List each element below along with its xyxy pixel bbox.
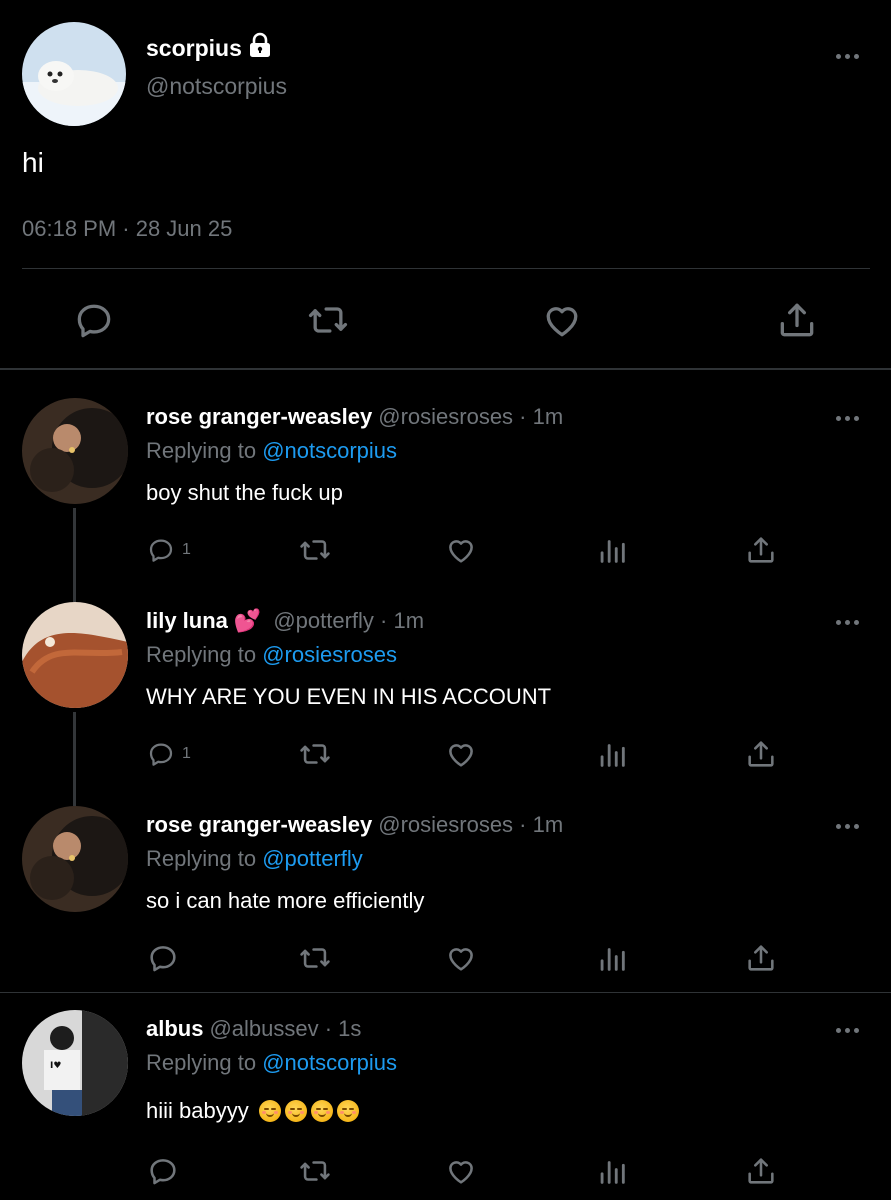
reply-count: 1 (182, 541, 191, 558)
avatar[interactable] (22, 398, 128, 504)
reply-header: albus @albussev · 1s (146, 1016, 361, 1042)
display-name[interactable]: scorpius (146, 32, 272, 64)
smiling-face-icon (284, 1100, 307, 1122)
reply-icon[interactable] (72, 298, 116, 342)
divider (0, 368, 891, 370)
reply-header: rose granger-weasley @rosiesroses · 1m (146, 812, 563, 838)
replying-to-link[interactable]: @notscorpius (262, 438, 397, 463)
more-options-icon[interactable] (836, 616, 866, 628)
tweet-text: boy shut the fuck up (146, 480, 343, 505)
lock-icon (248, 32, 272, 64)
reply-tweet[interactable]: rose granger-weasley @rosiesroses · 1m R… (0, 398, 891, 594)
handle-time[interactable]: @potterfly · 1m (273, 608, 424, 634)
smiling-face-icon (336, 1100, 359, 1122)
reply-header: lily luna 💕 @potterfly · 1m (146, 608, 424, 634)
like-icon[interactable] (444, 1154, 478, 1188)
retweet-icon[interactable] (298, 941, 332, 975)
smiling-face-icon (310, 1100, 333, 1122)
reply-header: rose granger-weasley @rosiesroses · 1m (146, 404, 563, 430)
smiling-face-icon (258, 1100, 281, 1122)
tweet-text: hi (22, 147, 44, 178)
avatar[interactable] (22, 22, 126, 126)
retweet-icon[interactable] (306, 298, 350, 342)
reply-count: 1 (182, 745, 191, 762)
display-name-text[interactable]: scorpius (146, 35, 242, 62)
replying-to: Replying to @notscorpius (146, 438, 397, 464)
replying-prefix: Replying to (146, 642, 257, 667)
reply-button[interactable]: 1 (146, 737, 191, 771)
share-icon[interactable] (744, 533, 778, 567)
avatar[interactable] (22, 806, 128, 912)
more-options-icon[interactable] (836, 412, 866, 424)
replying-to: Replying to @notscorpius (146, 1050, 397, 1076)
main-tweet: scorpius @notscorpius hi 06:18 PM · 28 J… (0, 0, 891, 370)
views-icon[interactable] (595, 737, 629, 771)
replying-to-link[interactable]: @potterfly (262, 846, 363, 871)
tweet-text: hiii babyyy (146, 1098, 359, 1124)
display-name[interactable]: albus (146, 1016, 203, 1042)
two-hearts-icon: 💕 (233, 608, 262, 633)
divider (22, 268, 870, 269)
more-options-icon[interactable] (836, 820, 866, 832)
reply-icon[interactable] (146, 941, 180, 975)
views-icon[interactable] (595, 1154, 629, 1188)
reply-icon (149, 743, 173, 766)
replying-to: Replying to @rosiesroses (146, 642, 397, 668)
views-icon[interactable] (595, 533, 629, 567)
avatar[interactable]: I♥ (22, 1010, 128, 1116)
share-icon[interactable] (744, 1154, 778, 1188)
like-icon[interactable] (444, 533, 478, 567)
like-icon[interactable] (540, 298, 584, 342)
divider (0, 992, 891, 993)
timestamp[interactable]: 06:18 PM · 28 Jun 25 (22, 216, 232, 242)
share-icon[interactable] (775, 298, 819, 342)
handle-time[interactable]: @rosiesroses · 1m (378, 812, 563, 838)
display-name[interactable]: rose granger-weasley (146, 812, 372, 838)
svg-text:I♥: I♥ (50, 1061, 61, 1071)
views-icon[interactable] (595, 941, 629, 975)
share-icon[interactable] (744, 941, 778, 975)
tweet-text: so i can hate more efficiently (146, 888, 425, 913)
handle-time[interactable]: @rosiesroses · 1m (378, 404, 563, 430)
tweet-text: WHY ARE YOU EVEN IN HIS ACCOUNT (146, 684, 552, 709)
more-options-icon[interactable] (836, 50, 866, 62)
replying-prefix: Replying to (146, 438, 257, 463)
reply-tweet[interactable]: rose granger-weasley @rosiesroses · 1m R… (0, 806, 891, 992)
replying-to-link[interactable]: @rosiesroses (262, 642, 397, 667)
reply-button[interactable]: 1 (146, 533, 191, 567)
handle[interactable]: @notscorpius (146, 73, 287, 100)
like-icon[interactable] (444, 941, 478, 975)
retweet-icon[interactable] (298, 533, 332, 567)
action-bar (0, 298, 891, 342)
like-icon[interactable] (444, 737, 478, 771)
tweet-text-content: hiii babyyy (146, 1098, 249, 1123)
more-options-icon[interactable] (836, 1024, 866, 1036)
reply-icon (149, 539, 173, 562)
share-icon[interactable] (744, 737, 778, 771)
reply-tweet[interactable]: lily luna 💕 @potterfly · 1m Replying to … (0, 602, 891, 798)
retweet-icon[interactable] (298, 737, 332, 771)
avatar[interactable] (22, 602, 128, 708)
reply-tweet[interactable]: I♥ albus @albussev · 1s Replying to @not… (0, 1010, 891, 1200)
handle-time[interactable]: @albussev · 1s (209, 1016, 361, 1042)
replying-to: Replying to @potterfly (146, 846, 363, 872)
retweet-icon[interactable] (298, 1154, 332, 1188)
replying-to-link[interactable]: @notscorpius (262, 1050, 397, 1075)
display-name[interactable]: rose granger-weasley (146, 404, 372, 430)
replying-prefix: Replying to (146, 1050, 257, 1075)
display-name[interactable]: lily luna (146, 608, 228, 634)
replying-prefix: Replying to (146, 846, 257, 871)
reply-icon[interactable] (146, 1154, 180, 1188)
